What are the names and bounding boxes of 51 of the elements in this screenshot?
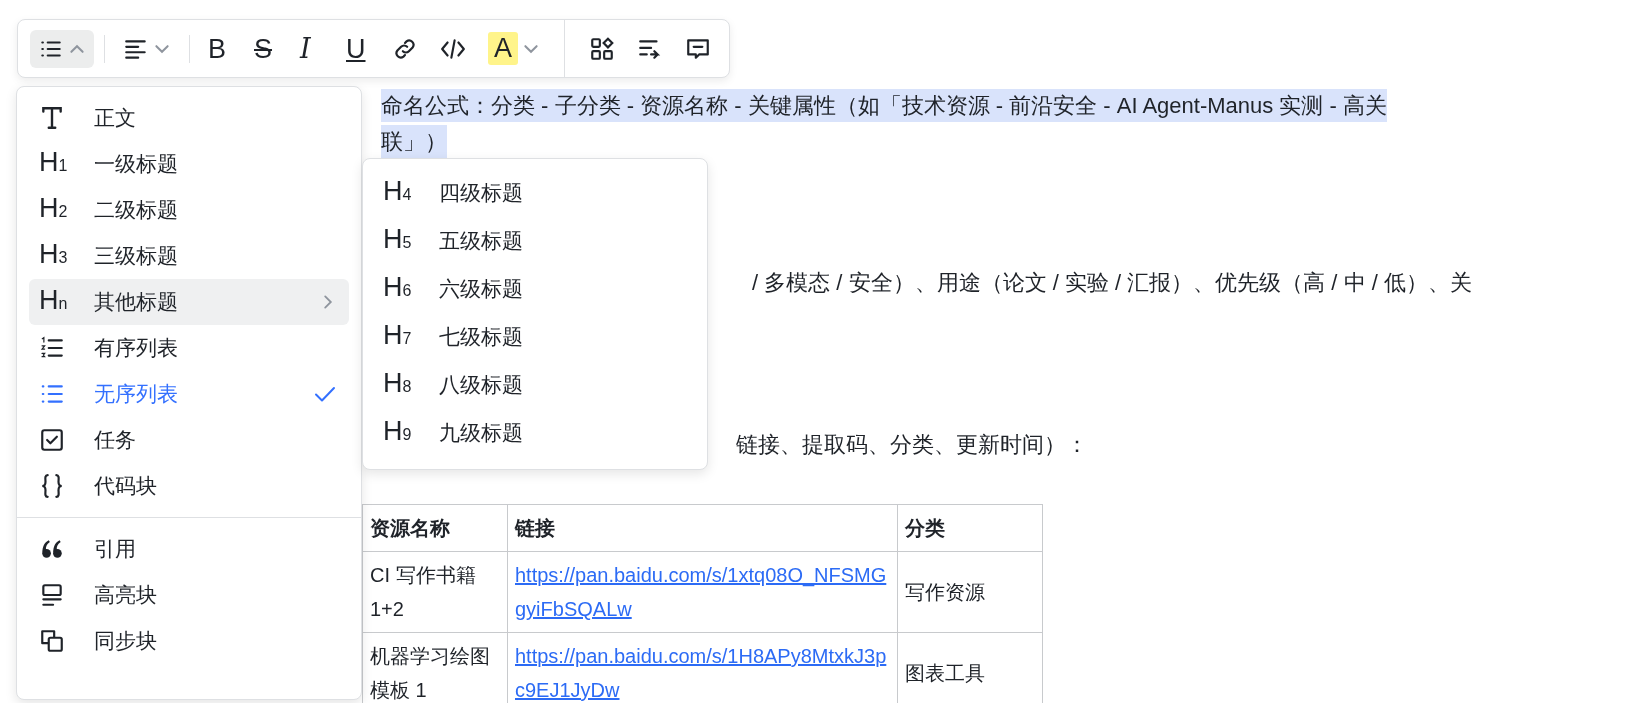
column-header: 链接 bbox=[507, 504, 898, 552]
menu-item[interactable]: H7 七级标题 bbox=[383, 313, 687, 361]
selected-text: 联」） bbox=[381, 125, 447, 158]
heading-icon: H5 bbox=[383, 225, 411, 257]
menu-item[interactable]: H9 九级标题 bbox=[383, 409, 687, 457]
table-cell: CI 写作书籍 1+2 bbox=[370, 564, 476, 620]
text-icon bbox=[39, 105, 65, 131]
menu-item[interactable]: H8 八级标题 bbox=[383, 361, 687, 409]
menu-item[interactable]: Hn 其他标题 bbox=[29, 279, 349, 325]
menu-item[interactable]: 有序列表 bbox=[29, 325, 349, 371]
italic-button[interactable]: I bbox=[292, 29, 332, 68]
menu-item[interactable]: 引用 bbox=[29, 526, 349, 572]
menu-item[interactable]: H6 六级标题 bbox=[383, 265, 687, 313]
highlight-button[interactable]: A bbox=[480, 29, 548, 68]
heading-icon: H6 bbox=[383, 273, 411, 305]
heading-icon: H3 bbox=[39, 240, 68, 272]
menu-item[interactable]: H2 二级标题 bbox=[29, 187, 349, 233]
heading-icon: H2 bbox=[39, 194, 68, 226]
menu-item[interactable]: 代码块 bbox=[29, 463, 349, 509]
column-header: 资源名称 bbox=[362, 504, 508, 552]
table-cell: 机器学习绘图模板 1 bbox=[370, 645, 490, 701]
selected-text: 命名公式：分类 - 子分类 - 资源名称 - 关键属性（如「技术资源 - 前沿安全 - AI Agent-Manus 实测 - 高关 bbox=[381, 89, 1387, 122]
menu-item[interactable]: 任务 bbox=[29, 417, 349, 463]
callout-icon bbox=[39, 582, 65, 608]
strike-button[interactable]: S bbox=[246, 29, 286, 68]
menu-item[interactable]: 同步块 bbox=[29, 618, 349, 664]
menu-item[interactable]: 无序列表 bbox=[29, 371, 349, 417]
menu-item[interactable]: 正文 bbox=[29, 95, 349, 141]
menu-item[interactable]: 高亮块 bbox=[29, 572, 349, 618]
checkbox-icon bbox=[39, 427, 65, 453]
body-text: / 多模态 / 安全）、用途（论文 / 实验 / 汇报）、优先级（高 / 中 / 低）、关 bbox=[752, 270, 1472, 295]
heading-icon: H4 bbox=[383, 177, 411, 209]
menu-item[interactable]: H4 四级标题 bbox=[383, 169, 687, 217]
body-text: 链接、提取码、分类、更新时间）： bbox=[736, 432, 1088, 457]
menu-item[interactable]: H5 五级标题 bbox=[383, 217, 687, 265]
braces-icon bbox=[39, 473, 65, 499]
bullet-list-button[interactable] bbox=[30, 29, 94, 68]
heading-icon: H1 bbox=[39, 148, 68, 180]
bold-button[interactable]: B bbox=[200, 29, 240, 68]
underline-button[interactable]: U bbox=[338, 29, 378, 68]
column-header: 分类 bbox=[897, 504, 1043, 552]
menu-item[interactable]: H1 一级标题 bbox=[29, 141, 349, 187]
table-cell: 图表工具 bbox=[905, 662, 985, 684]
menu-item[interactable]: H3 三级标题 bbox=[29, 233, 349, 279]
heading-icon: H9 bbox=[383, 417, 411, 449]
heading-icon: H8 bbox=[383, 369, 411, 401]
heading-icon: Hn bbox=[39, 286, 68, 318]
sync-block-icon bbox=[39, 628, 65, 654]
heading-icon: H7 bbox=[383, 321, 411, 353]
table-cell: 写作资源 bbox=[905, 581, 985, 603]
blocks-icon bbox=[589, 35, 615, 62]
